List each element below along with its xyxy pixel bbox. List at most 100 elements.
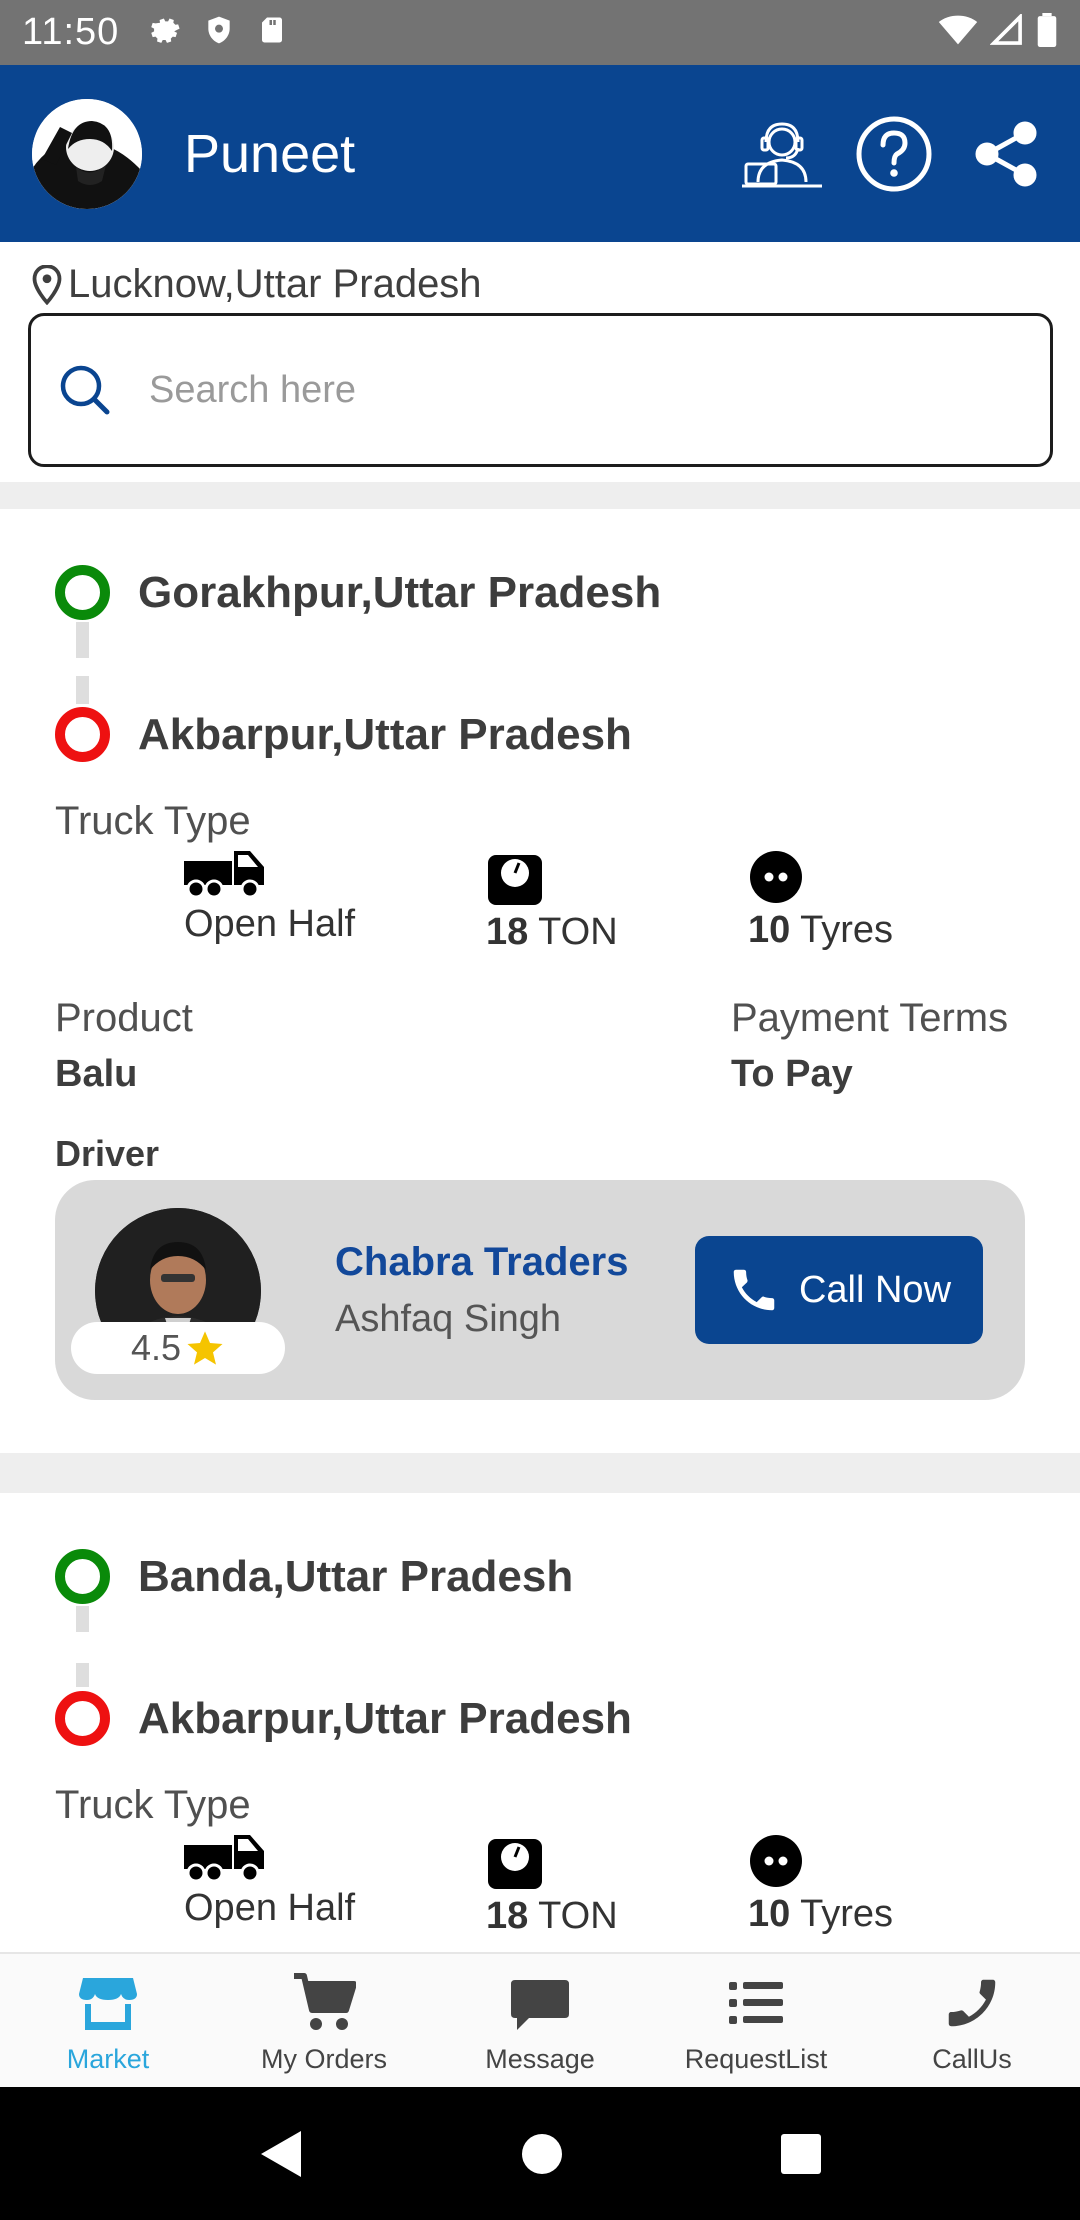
- share-icon: [975, 121, 1037, 186]
- destination-row: Akbarpur,Uttar Pradesh: [55, 1691, 632, 1746]
- nav-item-message[interactable]: Message: [432, 1954, 648, 2087]
- rating-value: 4.5: [130, 1327, 182, 1368]
- nav-label: RequestList: [684, 2044, 828, 2074]
- truck-body-spec: Open Half: [184, 847, 355, 946]
- back-icon[interactable]: [259, 2129, 303, 2179]
- home-icon[interactable]: [521, 2133, 563, 2175]
- capacity-text: 18 TON: [486, 1895, 618, 1938]
- origin-text: Gorakhpur,Uttar Pradesh: [138, 567, 662, 617]
- search-input[interactable]: [149, 368, 949, 412]
- tyres-unit: Tyres: [800, 909, 894, 951]
- call-now-label: Call Now: [798, 1268, 952, 1311]
- search-box[interactable]: [28, 313, 1053, 467]
- location-text: Lucknow,Uttar Pradesh: [68, 262, 482, 306]
- battery-icon: [1036, 13, 1058, 52]
- settings-icon: [147, 13, 181, 52]
- page-title: Puneet: [184, 123, 356, 184]
- call-now-button[interactable]: Call Now: [695, 1236, 983, 1344]
- divider: [0, 482, 1080, 509]
- store-icon: [79, 1978, 137, 2030]
- origin-row: Gorakhpur,Uttar Pradesh: [55, 565, 661, 620]
- wifi-icon: [938, 14, 978, 51]
- star-icon: [187, 1331, 223, 1365]
- help-icon: [856, 116, 932, 191]
- current-location[interactable]: Lucknow,Uttar Pradesh: [32, 262, 482, 307]
- nav-item-market[interactable]: Market: [0, 1954, 216, 2087]
- location-pin-icon: [32, 264, 62, 305]
- destination-dot-icon: [55, 707, 110, 762]
- capacity-text: 18 TON: [486, 911, 618, 954]
- status-bar: 11:50: [0, 0, 1080, 65]
- capacity-unit: TON: [538, 911, 618, 953]
- list-icon: [729, 1982, 783, 2024]
- tyres-value: 10: [748, 909, 791, 951]
- tyres-spec: 10 Tyres: [748, 1833, 893, 1936]
- route-line: [76, 676, 89, 704]
- origin-dot-icon: [55, 565, 110, 620]
- support-agent-icon: [742, 121, 822, 187]
- driver-panel: 4.5 Chabra Traders Ashfaq Singh Call Now: [55, 1180, 1025, 1400]
- app-header: Puneet: [0, 65, 1080, 242]
- truck-body-text: Open Half: [184, 1887, 356, 1929]
- weight-scale-icon: [488, 855, 542, 905]
- capacity-spec: 18 TON: [486, 851, 618, 954]
- driver-name: Ashfaq Singh: [335, 1298, 562, 1340]
- truck-type-label: Truck Type: [55, 799, 251, 843]
- recents-icon[interactable]: [781, 2133, 821, 2174]
- cart-icon: [294, 1973, 356, 2030]
- payment-terms-label: Payment Terms: [731, 996, 1009, 1040]
- search-icon: [60, 365, 110, 415]
- origin-dot-icon: [55, 1549, 110, 1604]
- truck-type-label: Truck Type: [55, 1783, 251, 1827]
- nav-label: CallUs: [932, 2044, 1012, 2074]
- origin-text: Banda,Uttar Pradesh: [138, 1551, 574, 1601]
- truck-icon: [184, 1835, 264, 1883]
- shield-icon: [203, 13, 235, 52]
- destination-row: Akbarpur,Uttar Pradesh: [55, 707, 632, 762]
- share-button[interactable]: [964, 112, 1048, 196]
- divider: [0, 1453, 1080, 1493]
- truck-icon: [184, 851, 264, 899]
- capacity-value: 18: [486, 1895, 529, 1937]
- tyre-icon: [750, 1835, 802, 1887]
- signal-icon: [989, 12, 1024, 51]
- system-navigation-bar: [0, 2087, 1080, 2220]
- capacity-value: 18: [486, 911, 529, 953]
- capacity-spec: 18 TON: [486, 1835, 618, 1938]
- phone-icon: [733, 1269, 775, 1311]
- driver-label: Driver: [55, 1133, 160, 1174]
- company-name[interactable]: Chabra Traders: [335, 1240, 628, 1285]
- user-avatar[interactable]: [32, 98, 142, 209]
- tyres-value: 10: [748, 1893, 791, 1935]
- tyres-text: 10 Tyres: [748, 1893, 893, 1936]
- tyre-icon: [750, 851, 802, 903]
- nav-label: Message: [485, 2044, 595, 2074]
- tyres-unit: Tyres: [800, 1893, 894, 1935]
- sd-card-icon: [257, 13, 287, 52]
- tyres-spec: 10 Tyres: [748, 849, 893, 952]
- route-line: [76, 1663, 89, 1687]
- nav-item-my-orders[interactable]: My Orders: [216, 1954, 432, 2087]
- nav-item-call-us[interactable]: CallUs: [864, 1954, 1080, 2087]
- truck-body-text: Open Half: [184, 903, 356, 945]
- product-label: Product: [55, 996, 193, 1040]
- phone-icon: [948, 1979, 996, 2027]
- destination-dot-icon: [55, 1691, 110, 1746]
- destination-text: Akbarpur,Uttar Pradesh: [138, 709, 632, 759]
- payment-terms-value: To Pay: [731, 1053, 853, 1095]
- nav-item-request-list[interactable]: RequestList: [648, 1954, 864, 2087]
- nav-label: Market: [66, 2044, 150, 2074]
- load-card[interactable]: Gorakhpur,Uttar Pradesh Akbarpur,Uttar P…: [0, 509, 1080, 1453]
- help-button[interactable]: [852, 112, 936, 196]
- truck-body-spec: Open Half: [184, 1831, 355, 1930]
- status-time: 11:50: [22, 11, 120, 53]
- rating-badge: 4.5: [71, 1322, 285, 1374]
- route-line: [76, 622, 89, 658]
- product-value: Balu: [55, 1053, 138, 1095]
- weight-scale-icon: [488, 1839, 542, 1889]
- support-agent-button[interactable]: [740, 112, 824, 196]
- nav-label: My Orders: [260, 2044, 387, 2074]
- capacity-unit: TON: [538, 1895, 618, 1937]
- message-icon: [511, 1980, 569, 2030]
- load-card[interactable]: Banda,Uttar Pradesh Akbarpur,Uttar Prade…: [0, 1493, 1080, 1952]
